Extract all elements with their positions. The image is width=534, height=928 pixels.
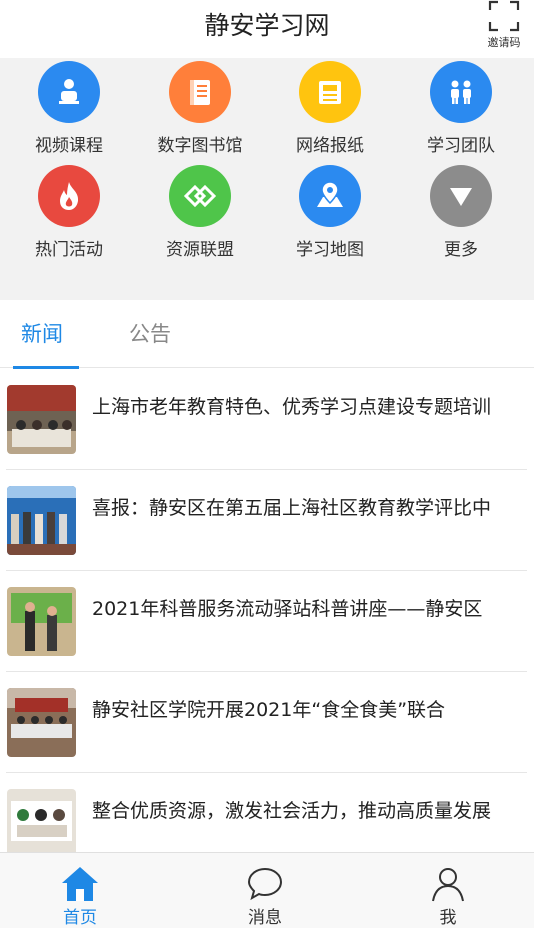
grid-item-study-team[interactable]: 学习团队 [396, 61, 526, 161]
tab-label: 公告 [129, 322, 171, 346]
grid-item-more[interactable]: 更多 [396, 165, 526, 265]
nav-me[interactable]: 我 [398, 853, 498, 928]
tab-announcement[interactable]: 公告 [112, 300, 188, 368]
news-thumbnail [7, 789, 76, 852]
grid-item-newspaper[interactable]: 网络报纸 [265, 61, 395, 161]
list-item[interactable]: 上海市老年教育特色、优秀学习点建设专题培训 [6, 369, 527, 470]
list-item[interactable]: 静安社区学院开展2021年“食全食美”联合 [6, 672, 527, 773]
grid-label: 更多 [444, 240, 478, 260]
grid-label: 视频课程 [35, 136, 103, 156]
invite-code-label: 邀请码 [487, 36, 521, 49]
news-thumbnail [7, 486, 76, 555]
more-icon [430, 165, 492, 227]
book-icon [169, 61, 231, 123]
nav-label: 消息 [248, 908, 282, 928]
page-title: 静安学习网 [204, 11, 330, 40]
list-item[interactable]: 喜报：静安区在第五届上海社区教育教学评比中 [6, 470, 527, 571]
grid-label: 热门活动 [35, 240, 103, 260]
nav-home[interactable]: 首页 [30, 853, 130, 928]
message-icon [247, 867, 283, 901]
grid-item-resource-alliance[interactable]: 资源联盟 [135, 165, 265, 265]
app-header: 静安学习网 邀请码 [0, 0, 534, 58]
grid-item-study-map[interactable]: 学习地图 [265, 165, 395, 265]
news-title: 静安社区学院开展2021年“食全食美”联合 [92, 699, 446, 721]
news-thumbnail [7, 688, 76, 757]
news-title: 2021年科普服务流动驿站科普讲座——静安区 [92, 598, 483, 620]
fire-icon [38, 165, 100, 227]
user-icon [432, 868, 464, 902]
video-course-icon [38, 61, 100, 123]
bottom-nav: 首页 消息 我 [0, 852, 534, 928]
news-list: 上海市老年教育特色、优秀学习点建设专题培训 喜报：静安区在第五届上海社区教育教学… [0, 369, 534, 852]
nav-messages[interactable]: 消息 [215, 853, 315, 928]
grid-label: 学习地图 [296, 240, 364, 260]
home-icon [62, 867, 98, 901]
news-tabs: 新闻 公告 [0, 300, 534, 369]
news-thumbnail [7, 385, 76, 454]
news-title: 喜报：静安区在第五届上海社区教育教学评比中 [92, 497, 492, 519]
grid-label: 资源联盟 [166, 240, 234, 260]
grid-item-hot-activities[interactable]: 热门活动 [4, 165, 134, 265]
nav-label: 我 [439, 908, 457, 928]
alliance-icon [169, 165, 231, 227]
news-thumbnail [7, 587, 76, 656]
grid-item-video-course[interactable]: 视频课程 [4, 61, 134, 161]
scan-icon [488, 0, 520, 32]
tab-news[interactable]: 新闻 [4, 300, 80, 369]
tab-label: 新闻 [21, 322, 63, 346]
invite-code-button[interactable]: 邀请码 [482, 0, 526, 54]
newspaper-icon [299, 61, 361, 123]
list-item[interactable]: 整合优质资源，激发社会活力，推动高质量发展 [6, 773, 527, 852]
grid-label: 网络报纸 [296, 136, 364, 156]
feature-grid: 视频课程 数字图书馆 网络报纸 学习团队 热门活动 资源联盟 学习地图 更多 [0, 58, 534, 300]
list-item[interactable]: 2021年科普服务流动驿站科普讲座——静安区 [6, 571, 527, 672]
nav-label: 首页 [63, 908, 97, 928]
news-title: 上海市老年教育特色、优秀学习点建设专题培训 [92, 396, 492, 418]
map-icon [299, 165, 361, 227]
team-icon [430, 61, 492, 123]
grid-label: 学习团队 [427, 136, 495, 156]
news-title: 整合优质资源，激发社会活力，推动高质量发展 [92, 800, 492, 822]
grid-label: 数字图书馆 [157, 136, 243, 156]
grid-item-digital-library[interactable]: 数字图书馆 [135, 61, 265, 161]
